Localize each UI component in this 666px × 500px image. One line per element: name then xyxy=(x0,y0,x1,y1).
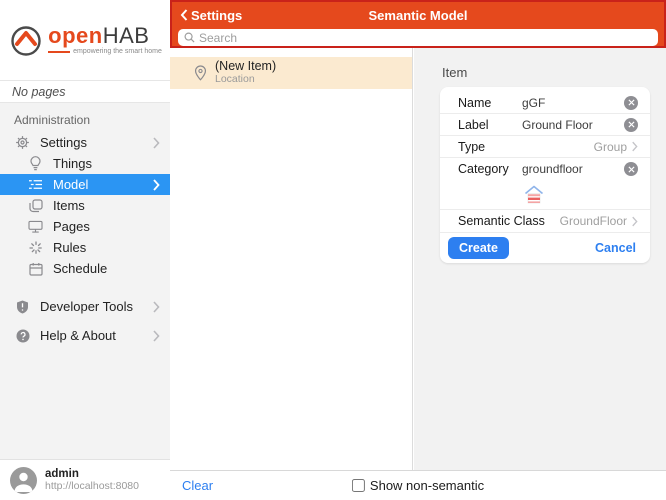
field-label: Semantic Class xyxy=(458,214,545,228)
form-row-name: Name xyxy=(440,92,650,114)
sidebar-item-schedule[interactable]: Schedule xyxy=(0,258,170,279)
category-field[interactable] xyxy=(522,162,624,176)
create-button[interactable]: Create xyxy=(448,237,509,259)
lightbulb-icon xyxy=(27,156,44,172)
search-bar[interactable] xyxy=(178,29,658,46)
logo-brand-hab: HAB xyxy=(103,23,150,48)
sidebar-item-label: Pages xyxy=(53,219,90,234)
question-circle-icon xyxy=(14,328,31,344)
back-button-label: Settings xyxy=(191,8,242,23)
field-label: Type xyxy=(458,140,522,154)
sidebar-item-model[interactable]: Model xyxy=(0,174,170,195)
gear-icon xyxy=(14,135,31,151)
logo-tagline-dash xyxy=(48,51,70,53)
type-value: Group xyxy=(594,140,627,154)
label-field[interactable] xyxy=(522,118,624,132)
tree-item-title: (New Item) xyxy=(215,60,276,73)
sidebar-item-label: Model xyxy=(53,177,88,192)
form-row-label: Label xyxy=(440,114,650,136)
chevron-right-icon xyxy=(152,137,160,149)
sidebar-item-label: Things xyxy=(53,156,92,171)
sidebar-item-developer-tools[interactable]: Developer Tools xyxy=(0,292,170,321)
sidebar-item-pages[interactable]: Pages xyxy=(0,216,170,237)
no-pages-label: No pages xyxy=(0,80,170,103)
chevron-right-icon xyxy=(631,141,638,152)
openhab-admin-app: openHAB empowering the smart home No pag… xyxy=(0,0,666,500)
search-input[interactable] xyxy=(199,31,652,45)
field-label: Label xyxy=(458,118,522,132)
item-form-card: Name Label Type Group xyxy=(440,87,650,263)
groundfloor-house-icon xyxy=(522,183,546,207)
account-row[interactable]: admin http://localhost:8080 xyxy=(0,459,170,500)
sidebar-item-label: Items xyxy=(53,198,85,213)
account-username: admin xyxy=(45,468,139,480)
item-detail-panel: Item Name Label Type Group xyxy=(414,48,666,470)
form-row-type[interactable]: Type Group xyxy=(440,136,650,158)
chevron-right-icon xyxy=(152,179,160,191)
sidebar-item-label: Help & About xyxy=(40,328,116,343)
semantic-class-value: GroundFloor xyxy=(560,214,627,228)
chevron-left-icon xyxy=(180,9,188,21)
category-icon-row xyxy=(440,180,650,210)
sidebar-item-rules[interactable]: Rules xyxy=(0,237,170,258)
sidebar-item-label: Schedule xyxy=(53,261,107,276)
form-row-semantic-class[interactable]: Semantic Class GroundFloor xyxy=(440,210,650,232)
show-non-semantic-toggle: Show non-semantic xyxy=(352,478,484,493)
chevron-right-icon xyxy=(152,330,160,342)
field-label: Category xyxy=(458,162,522,176)
detail-panel-title: Item xyxy=(442,65,666,80)
openhab-logo-icon xyxy=(8,22,44,58)
avatar xyxy=(10,467,37,494)
field-label: Name xyxy=(458,96,522,110)
logo-tagline: empowering the smart home xyxy=(73,48,162,55)
cancel-button[interactable]: Cancel xyxy=(595,241,636,255)
clear-icon[interactable] xyxy=(624,162,638,176)
shield-icon xyxy=(14,299,31,315)
sidebar-item-label: Settings xyxy=(40,135,87,150)
sidebar-item-label: Developer Tools xyxy=(40,299,133,314)
clear-selection-link[interactable]: Clear xyxy=(182,478,213,493)
chevron-right-icon xyxy=(152,301,160,313)
items-copy-icon xyxy=(27,198,44,214)
account-url: http://localhost:8080 xyxy=(45,480,139,492)
sidebar-item-settings[interactable]: Settings xyxy=(0,132,170,153)
page-title: Semantic Model xyxy=(172,8,664,23)
search-icon xyxy=(184,32,195,43)
chevron-right-icon xyxy=(631,216,638,227)
clear-icon[interactable] xyxy=(624,118,638,132)
sidebar-item-label: Rules xyxy=(53,240,86,255)
name-field[interactable] xyxy=(522,96,624,110)
sidebar-item-things[interactable]: Things xyxy=(0,153,170,174)
model-tree-icon xyxy=(27,177,44,193)
back-button[interactable]: Settings xyxy=(180,8,242,23)
show-non-semantic-checkbox[interactable] xyxy=(352,479,365,492)
logo-area: openHAB empowering the smart home xyxy=(0,0,170,80)
sidebar-menu: Administration Settings xyxy=(0,103,170,350)
location-pin-icon xyxy=(194,65,207,81)
rules-sparkle-icon xyxy=(27,240,44,256)
openhab-logo: openHAB empowering the smart home xyxy=(8,22,162,58)
bottom-bar: Clear Show non-semantic xyxy=(170,470,666,500)
section-label-administration: Administration xyxy=(0,108,170,132)
sidebar: openHAB empowering the smart home No pag… xyxy=(0,0,170,500)
model-tree-panel: (New Item) Location xyxy=(170,48,413,470)
logo-brand-open: open xyxy=(48,23,103,48)
sidebar-item-help-about[interactable]: Help & About xyxy=(0,321,170,350)
sidebar-item-items[interactable]: Items xyxy=(0,195,170,216)
card-footer: Create Cancel xyxy=(440,232,650,263)
clear-icon[interactable] xyxy=(624,96,638,110)
header: Settings Semantic Model xyxy=(170,0,666,48)
form-row-category: Category xyxy=(440,158,650,180)
show-non-semantic-label: Show non-semantic xyxy=(370,478,484,493)
schedule-calendar-icon xyxy=(27,261,44,277)
pages-display-icon xyxy=(27,219,44,235)
tree-item-new-item[interactable]: (New Item) Location xyxy=(170,57,412,89)
tree-item-subtitle: Location xyxy=(215,73,276,86)
